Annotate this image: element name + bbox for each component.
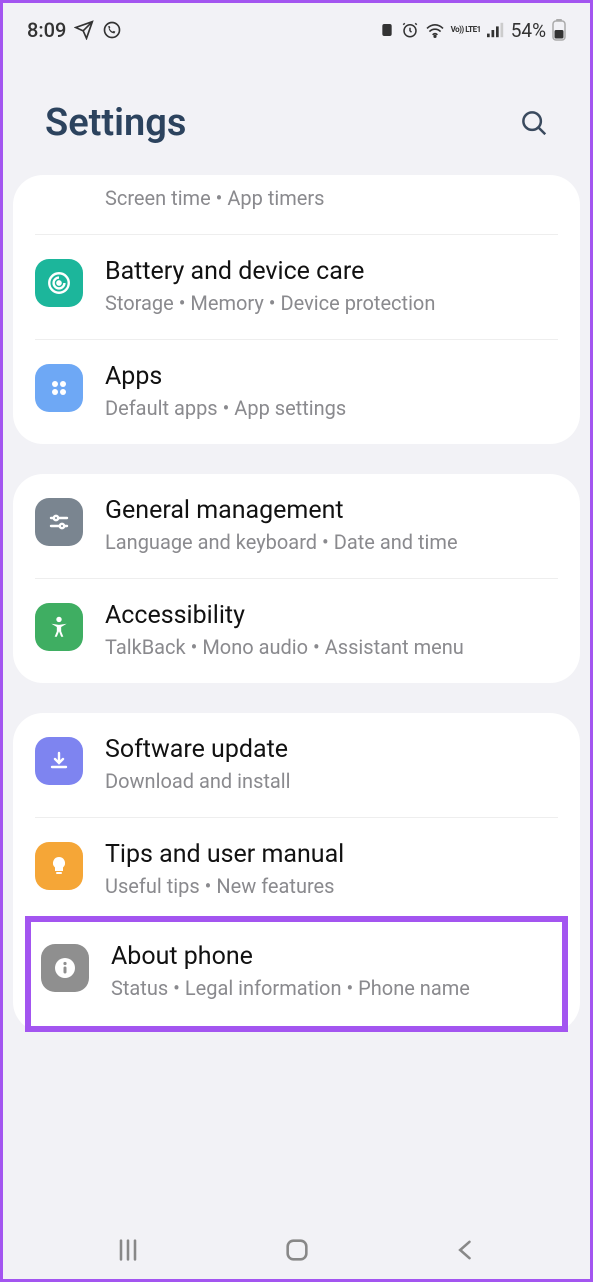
settings-item-about-phone[interactable]: About phone Status • Legal information •… — [41, 936, 552, 1008]
whatsapp-icon — [102, 20, 122, 40]
back-button[interactable] — [448, 1232, 484, 1268]
item-text: Software update Download and install — [105, 735, 558, 795]
tips-icon — [35, 842, 83, 890]
settings-item-software-update[interactable]: Software update Download and install — [35, 713, 558, 817]
settings-group: Software update Download and install Tip… — [13, 713, 580, 1032]
recents-button[interactable] — [110, 1232, 146, 1268]
settings-item-general-management[interactable]: General management Language and keyboard… — [35, 474, 558, 578]
item-title: Tips and user manual — [105, 840, 558, 869]
status-left: 8:09 — [27, 18, 122, 42]
item-subtitle: Download and install — [105, 768, 558, 795]
battery-icon — [552, 19, 566, 41]
recents-icon — [114, 1236, 142, 1264]
about-phone-highlight: About phone Status • Legal information •… — [25, 916, 568, 1032]
home-icon — [283, 1236, 311, 1264]
battery-percentage: 54% — [511, 19, 546, 42]
item-text: Accessibility TalkBack • Mono audio • As… — [105, 601, 558, 661]
item-text: Apps Default apps • App settings — [105, 362, 558, 422]
item-text: Screen time • App timers — [105, 185, 558, 212]
item-title: Apps — [105, 362, 558, 391]
software-update-icon — [35, 737, 83, 785]
settings-item-accessibility[interactable]: Accessibility TalkBack • Mono audio • As… — [35, 578, 558, 683]
alarm-icon — [401, 21, 419, 39]
settings-item-tips[interactable]: Tips and user manual Useful tips • New f… — [35, 817, 558, 922]
wifi-icon — [425, 22, 445, 38]
status-right: Vo)) LTE1 54% — [379, 19, 566, 42]
settings-item-apps[interactable]: Apps Default apps • App settings — [35, 339, 558, 444]
item-subtitle: Language and keyboard • Date and time — [105, 529, 558, 556]
item-subtitle: Storage • Memory • Device protection — [105, 290, 558, 317]
item-subtitle: TalkBack • Mono audio • Assistant menu — [105, 634, 558, 661]
status-time: 8:09 — [27, 18, 66, 42]
item-text: General management Language and keyboard… — [105, 496, 558, 556]
about-phone-icon — [41, 944, 89, 992]
item-subtitle: Useful tips • New features — [105, 873, 558, 900]
settings-group: General management Language and keyboard… — [13, 474, 580, 683]
signal-icon — [487, 22, 505, 38]
status-bar: 8:09 Vo)) LTE1 54% — [3, 3, 590, 51]
general-management-icon — [35, 498, 83, 546]
settings-group: Screen time • App timers Battery and dev… — [13, 175, 580, 444]
telegram-icon — [74, 20, 94, 40]
settings-item-digital-wellbeing[interactable]: Screen time • App timers — [35, 175, 558, 234]
back-icon — [452, 1236, 480, 1264]
search-icon — [519, 108, 549, 138]
volte-indicator: Vo)) LTE1 — [451, 26, 481, 34]
item-title: General management — [105, 496, 558, 525]
item-text: Tips and user manual Useful tips • New f… — [105, 840, 558, 900]
page-title: Settings — [45, 101, 186, 145]
apps-icon — [35, 364, 83, 412]
notification-icon — [379, 22, 395, 38]
battery-care-icon — [35, 259, 83, 307]
item-text: Battery and device care Storage • Memory… — [105, 257, 558, 317]
item-title: About phone — [111, 942, 552, 971]
item-subtitle: Screen time • App timers — [105, 185, 558, 212]
item-text: About phone Status • Legal information •… — [111, 942, 552, 1002]
item-subtitle: Default apps • App settings — [105, 395, 558, 422]
accessibility-icon — [35, 603, 83, 651]
item-title: Software update — [105, 735, 558, 764]
page-header: Settings — [3, 51, 590, 175]
navigation-bar — [3, 1221, 590, 1279]
settings-item-battery-care[interactable]: Battery and device care Storage • Memory… — [35, 234, 558, 339]
item-subtitle: Status • Legal information • Phone name — [111, 975, 552, 1002]
search-button[interactable] — [518, 107, 550, 139]
item-title: Accessibility — [105, 601, 558, 630]
home-button[interactable] — [279, 1232, 315, 1268]
item-title: Battery and device care — [105, 257, 558, 286]
